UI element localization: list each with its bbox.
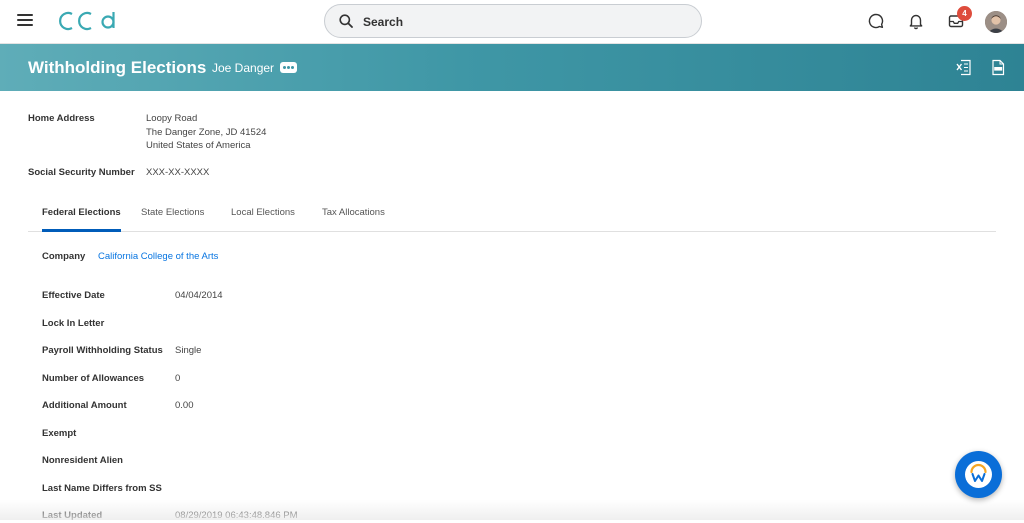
page-title: Withholding Elections xyxy=(28,58,207,77)
last-updated-value: 08/29/2019 06:43:48.846 PM xyxy=(175,510,298,521)
tab-tax-allocations[interactable]: Tax Allocations xyxy=(322,207,385,232)
company-label: Company xyxy=(42,251,86,262)
number-of-allowances-value: 0 xyxy=(175,373,181,384)
tab-local-elections[interactable]: Local Elections xyxy=(231,207,295,232)
elections-tab-bar: Federal Elections State Elections Local … xyxy=(28,200,996,232)
cca-logo-mark xyxy=(59,11,115,31)
nonresident-alien-label: Nonresident Alien xyxy=(42,455,123,466)
user-avatar[interactable] xyxy=(985,11,1007,33)
search-input[interactable] xyxy=(363,12,683,32)
payroll-withholding-status-label: Payroll Withholding Status xyxy=(42,345,163,356)
workday-w-logo xyxy=(970,463,987,482)
effective-date-label: Effective Date xyxy=(42,290,105,301)
workday-assistant-button[interactable] xyxy=(955,451,1002,498)
cca-logo[interactable] xyxy=(58,9,118,33)
address-line-1: Loopy Road xyxy=(146,113,198,124)
pdf-export-icon[interactable] xyxy=(990,59,1006,76)
tab-state-elections[interactable]: State Elections xyxy=(141,207,204,232)
company-link[interactable]: California College of the Arts xyxy=(98,250,218,264)
effective-date-value: 04/04/2014 xyxy=(175,290,223,301)
bottom-scroll-fade xyxy=(0,500,1024,520)
last-name-differs-label: Last Name Differs from SS xyxy=(42,483,162,494)
address-line-2: The Danger Zone, JD 41524 xyxy=(146,126,267,138)
ssn-label: Social Security Number xyxy=(28,167,135,178)
related-actions-icon[interactable] xyxy=(280,62,297,73)
home-address-value: Loopy Road The Danger Zone, JD 41524 Uni… xyxy=(146,112,266,153)
top-navigation-bar: 4 xyxy=(0,0,1024,44)
ssn-value: XXX-XX-XXXX xyxy=(146,167,210,178)
chat-bubble-icon[interactable] xyxy=(867,12,885,30)
worker-name-link[interactable]: Joe Danger xyxy=(212,61,274,75)
excel-export-icon[interactable] xyxy=(956,59,972,76)
inbox-count-badge: 4 xyxy=(957,6,972,21)
number-of-allowances-label: Number of Allowances xyxy=(42,373,145,384)
search-icon xyxy=(339,14,353,28)
search-bar[interactable] xyxy=(324,4,702,38)
additional-amount-value: 0.00 xyxy=(175,400,194,411)
exempt-label: Exempt xyxy=(42,428,77,439)
last-updated-label: Last Updated xyxy=(42,510,103,521)
home-address-label: Home Address xyxy=(28,113,95,124)
page-header: Withholding Elections Joe Danger xyxy=(0,44,1024,91)
payroll-withholding-status-value: Single xyxy=(175,345,202,356)
workday-assistant-icon xyxy=(965,461,992,488)
tab-federal-elections[interactable]: Federal Elections xyxy=(42,207,121,232)
bell-icon[interactable] xyxy=(907,12,925,30)
user-photo xyxy=(985,11,1007,33)
hamburger-menu-icon[interactable] xyxy=(17,14,33,28)
lock-in-letter-label: Lock In Letter xyxy=(42,318,105,329)
additional-amount-label: Additional Amount xyxy=(42,400,127,411)
address-line-3: United States of America xyxy=(146,140,251,151)
